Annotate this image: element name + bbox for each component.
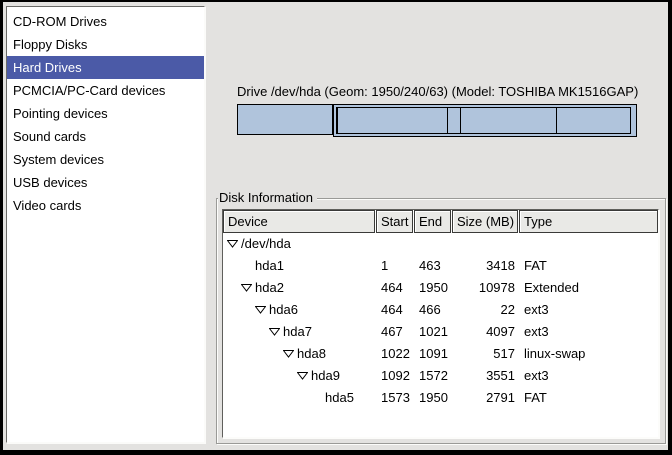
end-cell: 1091 [414,343,452,365]
device-label: hda7 [283,324,312,339]
partition-segment-hda5 [556,107,632,134]
device-label: hda6 [269,302,298,317]
column-header-type[interactable]: Type [519,210,658,233]
end-cell: 1950 [414,387,452,409]
size-cell: 10978 [452,277,519,299]
type-cell: FAT [519,255,658,277]
device-cell: hda7 [223,321,376,343]
start-cell: 1573 [376,387,414,409]
device-cell: hda1 [223,255,376,277]
column-header-end[interactable]: End [414,210,451,233]
disk-information-frame: Disk Information DeviceStartEndSize (MB)… [216,198,666,444]
table-row-hda7[interactable]: hda7 46710214097ext3 [223,321,658,343]
sidebar-item-system-devices[interactable]: System devices [7,148,204,171]
disk-information-label: Disk Information [218,190,317,206]
partition-segment-hda8 [447,107,461,134]
expander-open-icon[interactable] [227,233,238,255]
partition-segment-hda9 [460,107,557,134]
device-label: hda1 [255,258,284,273]
device-cell: hda6 [223,299,376,321]
start-cell: 1 [376,255,414,277]
device-label: hda5 [325,390,354,405]
start-cell: 467 [376,321,414,343]
size-cell: 3418 [452,255,519,277]
device-cell: hda5 [223,387,376,409]
sidebar-item-cd-rom-drives[interactable]: CD-ROM Drives [7,10,204,33]
end-cell: 1572 [414,365,452,387]
device-label: /dev/hda [241,236,291,251]
sidebar-item-pointing-devices[interactable]: Pointing devices [7,102,204,125]
size-cell: 517 [452,343,519,365]
column-header-start[interactable]: Start [376,210,413,233]
sidebar-item-video-cards[interactable]: Video cards [7,194,204,217]
size-cell [452,233,519,255]
partition-segment-hda2-extended [333,104,638,137]
partition-bar [237,104,637,135]
type-cell: FAT [519,387,658,409]
start-cell: 464 [376,277,414,299]
sidebar-item-floppy-disks[interactable]: Floppy Disks [7,33,204,56]
table-row-hda1[interactable]: hda1 14633418FAT [223,255,658,277]
hardware-browser-window: CD-ROM DrivesFloppy DisksHard DrivesPCMC… [0,0,672,455]
type-cell: linux-swap [519,343,658,365]
size-cell: 22 [452,299,519,321]
size-cell: 4097 [452,321,519,343]
expander-open-icon[interactable] [241,277,252,299]
type-cell [519,233,658,255]
expander-open-icon[interactable] [269,321,280,343]
end-cell [414,233,452,255]
table-row-hda5[interactable]: hda5 157319502791FAT [223,387,658,409]
disk-information-table: DeviceStartEndSize (MB)Type /dev/hda hda1… [222,209,659,438]
table-row-hda8[interactable]: hda8 10221091517linux-swap [223,343,658,365]
end-cell: 466 [414,299,452,321]
device-cell: /dev/hda [223,233,376,255]
start-cell: 1022 [376,343,414,365]
device-cell: hda8 [223,343,376,365]
table-row-dev-hda[interactable]: /dev/hda [223,233,658,255]
start-cell: 1092 [376,365,414,387]
sidebar-item-usb-devices[interactable]: USB devices [7,171,204,194]
start-cell: 464 [376,299,414,321]
expander-open-icon[interactable] [255,299,266,321]
expander-open-icon[interactable] [283,343,294,365]
type-cell: ext3 [519,299,658,321]
table-row-hda6[interactable]: hda6 46446622ext3 [223,299,658,321]
column-header-size-mb[interactable]: Size (MB) [452,210,518,233]
size-cell: 2791 [452,387,519,409]
sidebar-item-pcmcia-pc-card-devices[interactable]: PCMCIA/PC-Card devices [7,79,204,102]
drive-title: Drive /dev/hda (Geom: 1950/240/63) (Mode… [237,84,637,99]
type-cell: Extended [519,277,658,299]
column-header-device[interactable]: Device [223,210,375,233]
end-cell: 463 [414,255,452,277]
partition-segment-hda7 [337,107,448,134]
device-label: hda8 [297,346,326,361]
expander-open-icon[interactable] [297,365,308,387]
device-category-list: CD-ROM DrivesFloppy DisksHard DrivesPCMC… [6,6,205,443]
type-cell: ext3 [519,321,658,343]
table-row-hda2[interactable]: hda2 464195010978Extended [223,277,658,299]
device-label: hda2 [255,280,284,295]
device-cell: hda2 [223,277,376,299]
table-body: /dev/hdahda114633418FAThda2464195010978E… [223,233,658,409]
device-cell: hda9 [223,365,376,387]
sidebar-item-sound-cards[interactable]: Sound cards [7,125,204,148]
table-header-row: DeviceStartEndSize (MB)Type [223,210,658,233]
type-cell: ext3 [519,365,658,387]
device-label: hda9 [311,368,340,383]
end-cell: 1021 [414,321,452,343]
sidebar-item-hard-drives[interactable]: Hard Drives [7,56,204,79]
start-cell [376,233,414,255]
end-cell: 1950 [414,277,452,299]
partition-segment-hda1 [238,105,333,134]
table-row-hda9[interactable]: hda9 109215723551ext3 [223,365,658,387]
size-cell: 3551 [452,365,519,387]
